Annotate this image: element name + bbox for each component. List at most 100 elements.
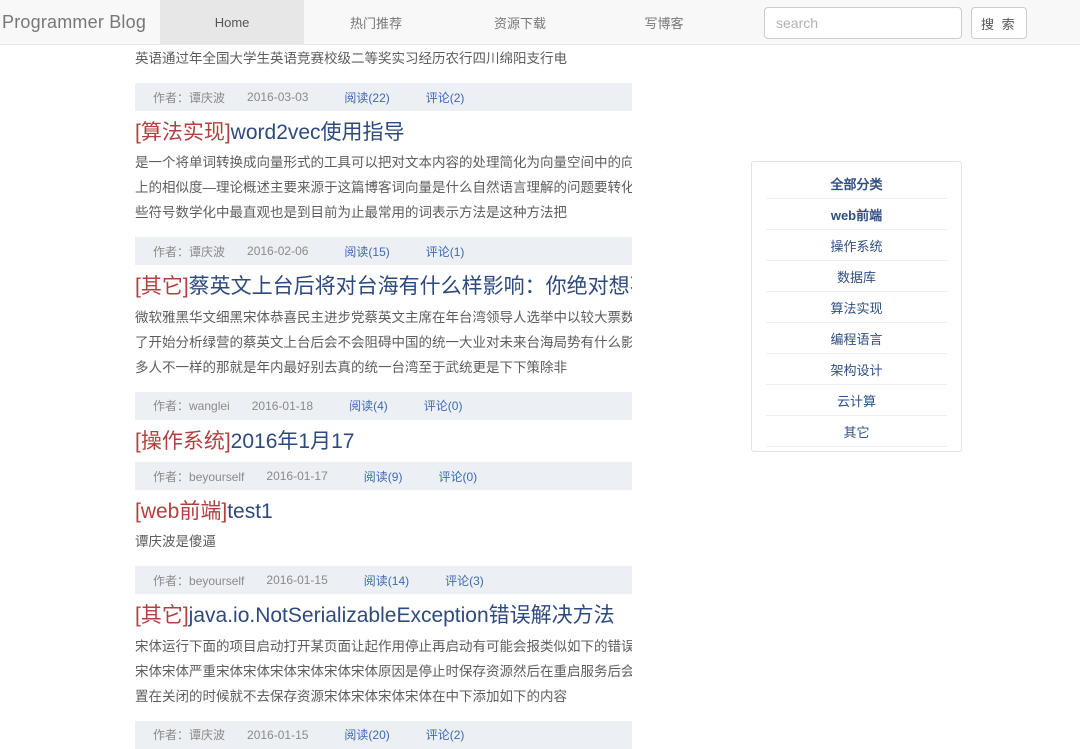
article-title[interactable]: [算法实现]word2vec使用指导 (120, 113, 632, 149)
article-item: [web前端]test1 谭庆波是傻逼作者：beyourself 2016-01-1… (120, 490, 632, 595)
article-comment-count[interactable]: 评论(2) (426, 726, 465, 743)
article-item: [算法实现]word2vec使用指导是一个将单词转换成向量形式的工具可以把对文本… (120, 111, 632, 266)
search-button[interactable]: 搜 索 (971, 7, 1027, 39)
sidebar-category-label: 算法实现 (830, 300, 883, 316)
article-date: 2016-01-15 (247, 727, 309, 742)
article-comment-count[interactable]: 评论(3) (445, 572, 484, 589)
sidebar-category-item[interactable]: 操作系统 (766, 230, 947, 261)
article-meta-bar: 作者：谭庆波 2016-03-03 阅读(22) 评论(2) (135, 83, 632, 111)
article-date: 2016-01-18 (251, 398, 314, 413)
nav-item-home[interactable]: Home (160, 0, 305, 44)
sidebar-category-label: 其它 (843, 424, 870, 440)
article-date: 2016-03-03 (247, 90, 309, 104)
article-read-count[interactable]: 阅读(9) (364, 468, 403, 485)
sidebar-category-item[interactable]: 编程语言 (766, 323, 947, 354)
article-category-tag: [其它] (135, 275, 189, 299)
article-title[interactable]: [操作系统]2016年1月17 (120, 422, 632, 458)
article-title[interactable]: [web前端]test1 (120, 492, 632, 528)
sidebar-category-label: 架构设计 (830, 362, 883, 378)
search-form: 搜 索 (764, 7, 1027, 39)
article-meta-bar: 作者：beyourself 2016-01-17 阅读(9) 评论(0) (135, 462, 632, 491)
sidebar-category-item[interactable]: 数据库 (766, 261, 947, 292)
sidebar-category-label: 全部分类 (830, 176, 883, 192)
nav-item-label: 写博客 (644, 15, 684, 31)
article-author-name: 谭庆波 (189, 728, 226, 743)
sidebar-category-label: 云计算 (836, 393, 876, 409)
article-author: 作者：谭庆波 (153, 243, 225, 260)
article-comment-count[interactable]: 评论(0) (438, 468, 477, 485)
sidebar-category-label: 编程语言 (830, 331, 883, 347)
article-meta-bar: 作者：wanglei 2016-01-18 阅读(4) 评论(0) (135, 391, 632, 420)
article-item: 英语通过年全国大学生英语竞赛校级二等奖实习经历农行四川绵阳支行电作者：谭庆波 20… (120, 43, 632, 111)
article-title-text: java.io.NotSerializableException错误解决方法 (188, 604, 615, 628)
category-sidebar: 全部分类 web前端 操作系统数据库算法实现编程语言架构设计云计算其它 (751, 161, 962, 452)
sidebar-category-item[interactable]: 其它 (766, 416, 947, 447)
article-read-count[interactable]: 阅读(15) (344, 243, 389, 260)
article-item: [操作系统]2016年1月17 作者：beyourself 2016-01-17 阅读… (120, 420, 632, 491)
article-summary: 谭庆波是傻逼 (120, 528, 632, 562)
article-author-label: 作者： (153, 469, 190, 484)
article-category-tag: [算法实现] (135, 121, 231, 144)
article-item: [其它]java.io.NotSerializableException错误解决… (120, 594, 632, 749)
article-author-label: 作者： (153, 244, 190, 259)
article-author: 作者：beyourself (153, 468, 244, 485)
article-summary-line: 英语通过年全国大学生英语竞赛校级二等奖实习经历农行四川绵阳支行电 (135, 51, 567, 66)
sidebar-category-item[interactable]: 全部分类 (766, 168, 947, 199)
article-author: 作者：谭庆波 (153, 726, 225, 743)
article-comment-count[interactable]: 评论(0) (424, 397, 463, 414)
site-brand[interactable]: Programmer Blog (0, 0, 160, 44)
nav-item-2[interactable]: 资源下载 (448, 0, 592, 44)
article-title-text: 蔡英文上台后将对台海有什么样影响：你绝对想不到 (188, 275, 632, 299)
article-summary-line: 谭庆波是傻逼 (135, 534, 216, 550)
article-comment-count[interactable]: 评论(2) (426, 89, 465, 106)
nav-menu: Home 热门推荐 资源下载 写博客 (160, 0, 736, 44)
article-author-label: 作者： (153, 90, 190, 105)
article-title-text: word2vec使用指导 (230, 121, 405, 144)
article-author: 作者：wanglei (153, 397, 230, 414)
article-meta-bar: 作者：谭庆波 2016-02-06 阅读(15) 评论(1) (135, 237, 632, 266)
article-title-text: test1 (227, 500, 273, 524)
nav-item-1[interactable]: 热门推荐 (304, 0, 448, 44)
article-date: 2016-01-15 (266, 573, 328, 588)
article-meta-bar: 作者：beyourself 2016-01-15 阅读(14) 评论(3) (135, 566, 632, 595)
article-read-count[interactable]: 阅读(4) (349, 397, 388, 414)
article-read-count[interactable]: 阅读(20) (344, 726, 389, 743)
article-title-text: 2016年1月17 (230, 429, 355, 453)
article-summary: 是一个将单词转换成向量形式的工具可以把对文本内容的处理简化为向量空间中的向量运算… (120, 149, 632, 233)
article-author-label: 作者： (153, 573, 190, 588)
article-date: 2016-02-06 (247, 244, 309, 259)
article-read-count[interactable]: 阅读(14) (364, 572, 409, 589)
nav-item-label: 热门推荐 (350, 15, 403, 31)
article-summary-line: 置在关闭的时候就不去保存资源宋体宋体宋体宋体在中下添加如下的内容 (135, 688, 567, 704)
article-summary-line: 上的相似度—理论概述主要来源于这篇博客词向量是什么自然语言理解的问题要转化为机器… (135, 180, 632, 196)
sidebar-category-item[interactable]: 架构设计 (766, 354, 947, 385)
top-navbar: Programmer Blog Home 热门推荐 资源下载 写博客 搜 索 (0, 0, 1080, 45)
sidebar-category-label: 数据库 (836, 269, 876, 285)
article-read-count[interactable]: 阅读(22) (344, 89, 389, 106)
article-summary: 英语通过年全国大学生英语竞赛校级二等奖实习经历农行四川绵阳支行电 (120, 45, 632, 79)
sidebar-category-item[interactable]: 云计算 (766, 385, 947, 416)
sidebar-category-item[interactable]: 算法实现 (766, 292, 947, 323)
article-summary-line: 些符号数学化中最直观也是到目前为止最常用的词表示方法是这种方法把 (135, 205, 567, 221)
article-author: 作者：beyourself (153, 572, 244, 589)
sidebar-category-item[interactable]: web前端 (766, 199, 947, 230)
article-summary-line: 宋体宋体严重宋体宋体宋体宋体宋体宋体原因是停止时保存资源然后在重启服务后会尝试恢… (135, 663, 632, 679)
article-summary-line: 是一个将单词转换成向量形式的工具可以把对文本内容的处理简化为向量空间中的向量运算… (135, 155, 632, 171)
article-comment-count[interactable]: 评论(1) (426, 243, 465, 260)
article-title[interactable]: [其它]java.io.NotSerializableException错误解决… (120, 596, 632, 632)
article-summary-line: 了开始分析绿营的蔡英文上台后会不会阻碍中国的统一大业对未来台海局势有什么影响微软… (135, 334, 632, 350)
article-date: 2016-01-17 (266, 469, 328, 484)
article-category-tag: [web前端] (135, 500, 228, 524)
article-summary-line: 多人不一样的那就是年内最好别去真的统一台湾至于武统更是下下策除非 (135, 359, 567, 375)
nav-item-label: 资源下载 (494, 15, 547, 31)
article-author: 作者：谭庆波 (153, 89, 225, 106)
article-author-name: beyourself (189, 469, 245, 484)
article-author-name: 谭庆波 (189, 244, 226, 259)
article-title[interactable]: [其它]蔡英文上台后将对台海有什么样影响：你绝对想不到 (120, 267, 632, 303)
article-item: [其它]蔡英文上台后将对台海有什么样影响：你绝对想不到微软雅黑华文细黑宋体恭喜民… (120, 265, 632, 420)
page-body: 英语通过年全国大学生英语竞赛校级二等奖实习经历农行四川绵阳支行电 作者：谭庆波 20… (0, 45, 1080, 749)
article-summary: 微软雅黑华文细黑宋体恭喜民主进步党蔡英文主席在年台湾领导人选举中以较大票数优势成… (120, 304, 632, 388)
search-input[interactable] (764, 7, 962, 39)
article-summary-line: 微软雅黑华文细黑宋体恭喜民主进步党蔡英文主席在年台湾领导人选举中以较大票数优势成… (135, 309, 632, 325)
nav-item-3[interactable]: 写博客 (592, 0, 736, 44)
